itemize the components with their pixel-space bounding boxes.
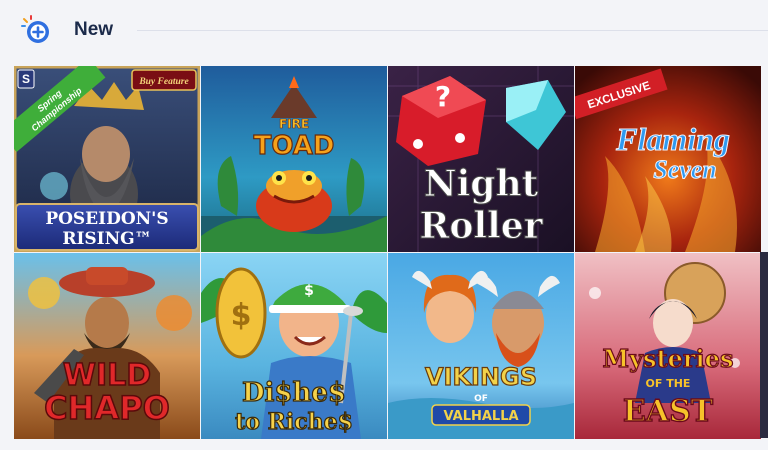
question-mark-icon: ? — [435, 80, 451, 113]
game-tile-mysteries-of-the-east[interactable]: Mysteries OF THE EAST — [575, 253, 761, 439]
game-tile-wild-chapo[interactable]: WILD CHAPO — [14, 253, 200, 439]
game-title-line2: OF — [474, 394, 488, 404]
svg-text:S: S — [22, 72, 30, 86]
game-title-line1: POSEIDON'S — [45, 209, 168, 229]
game-title-line1: Mysteries — [603, 344, 734, 373]
game-title-line1: Di$he$ — [242, 378, 346, 408]
game-title-line2: OF THE — [646, 377, 691, 390]
game-title-line2: RISING™ — [62, 229, 151, 249]
game-art: Mysteries OF THE EAST — [575, 253, 761, 439]
game-tile-dishes-to-riches[interactable]: $ $ Di$he$ to Riche$ — [201, 253, 387, 439]
buy-feature-label: Buy Feature — [138, 77, 189, 87]
game-title-line3: EAST — [623, 394, 714, 429]
game-title-line1: Flaming — [615, 121, 730, 157]
game-tile-vikings-of-valhalla[interactable]: VIKINGS OF VALHALLA — [388, 253, 574, 439]
game-art: VIKINGS OF VALHALLA — [388, 253, 574, 439]
next-tile-peek — [760, 252, 768, 438]
game-title-line2: TOAD — [254, 131, 335, 161]
game-tile-flaming-seven[interactable]: EXCLUSIVE Flaming Seven — [575, 66, 761, 252]
game-title-line2: to Riche$ — [235, 409, 353, 435]
game-title-line2: Roller — [419, 205, 543, 247]
game-art: ? Night Roller — [388, 66, 574, 252]
game-art: FIRE TOAD — [201, 66, 387, 252]
section-title: New — [74, 19, 114, 40]
game-tile-fire-toad[interactable]: FIRE TOAD — [201, 66, 387, 252]
game-art: POSEIDON'S RISING™ Buy Feature Spring Ch… — [14, 66, 200, 252]
game-title-line1: Night — [424, 163, 539, 205]
game-art: $ $ Di$he$ to Riche$ — [201, 253, 387, 439]
game-title-line1: FIRE — [279, 117, 309, 131]
divider — [137, 30, 768, 31]
game-grid: POSEIDON'S RISING™ Buy Feature Spring Ch… — [14, 66, 761, 439]
game-art: WILD CHAPO — [14, 253, 200, 439]
game-title-line2: CHAPO — [44, 389, 170, 427]
svg-text:$: $ — [304, 283, 314, 299]
game-title-line2: Seven — [653, 155, 717, 184]
game-tile-poseidons-rising[interactable]: POSEIDON'S RISING™ Buy Feature Spring Ch… — [14, 66, 200, 252]
game-title-line1: WILD — [63, 358, 151, 393]
game-title-line1: VIKINGS — [425, 363, 537, 391]
game-title-line3: VALHALLA — [443, 409, 518, 424]
game-tile-night-roller[interactable]: ? Night Roller — [388, 66, 574, 252]
plus-badge-icon — [21, 15, 49, 43]
dollar-icon: $ — [231, 298, 252, 333]
section-header: New — [0, 0, 768, 62]
game-art: EXCLUSIVE Flaming Seven — [575, 66, 761, 252]
